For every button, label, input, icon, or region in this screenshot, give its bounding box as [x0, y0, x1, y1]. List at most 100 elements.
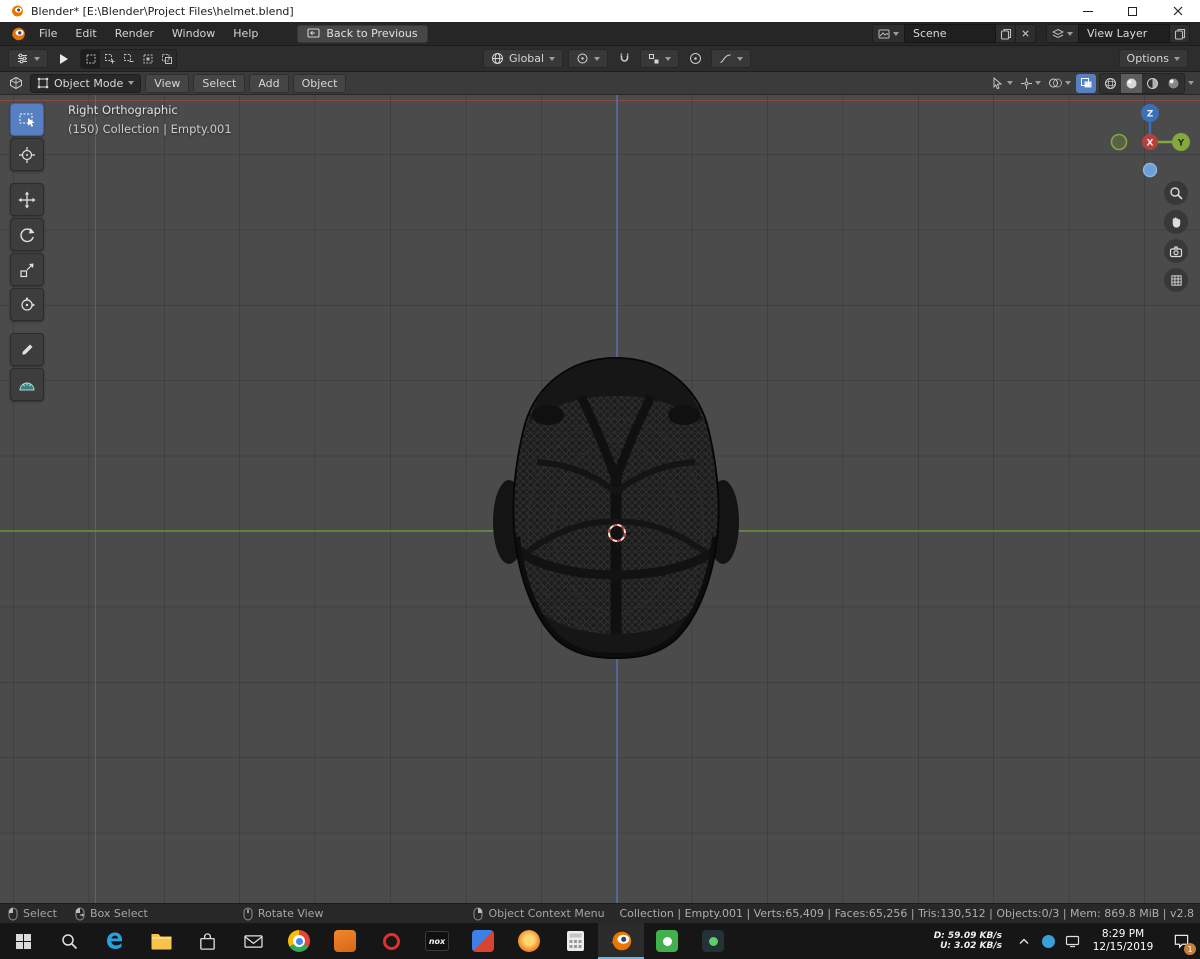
view-layer-name-field[interactable]: View Layer: [1078, 24, 1170, 43]
proportional-editing-toggle[interactable]: [684, 49, 706, 68]
active-tool-dropdown[interactable]: [8, 49, 48, 68]
transform-orientation-dropdown[interactable]: Global: [483, 49, 564, 68]
camera-view-button[interactable]: [1164, 239, 1188, 263]
play-icon: [60, 53, 68, 64]
xray-toggle-button[interactable]: [1076, 73, 1096, 93]
view-layer-browse-button[interactable]: [1046, 24, 1078, 43]
shading-material-button[interactable]: [1142, 74, 1163, 93]
menu-view[interactable]: View: [145, 73, 190, 93]
taskbar-calculator[interactable]: [552, 923, 598, 959]
mode-dropdown[interactable]: Object Mode: [30, 73, 142, 93]
tool-cursor[interactable]: [10, 138, 44, 171]
hint-rotate-view: Rotate View: [243, 907, 323, 921]
mouse-drag-icon: [75, 907, 85, 920]
select-mode-extend-button[interactable]: [100, 50, 119, 68]
select-mode-subtract-button[interactable]: [119, 50, 138, 68]
view-layer-selector: View Layer: [1046, 24, 1190, 43]
menu-edit[interactable]: Edit: [66, 22, 105, 46]
select-mode-set-button[interactable]: [81, 49, 100, 68]
select-mode-intersect-button[interactable]: [157, 50, 176, 68]
action-center-button[interactable]: 1: [1162, 923, 1200, 959]
viewport-canvas[interactable]: Right Orthographic (150) Collection | Em…: [0, 95, 1200, 903]
tool-measure[interactable]: [10, 368, 44, 401]
tray-chevron-button[interactable]: [1012, 923, 1036, 959]
select-menu-label: Select: [202, 76, 237, 90]
menu-window[interactable]: Window: [163, 22, 224, 46]
zoom-button[interactable]: [1164, 181, 1188, 205]
taskbar-app-orange[interactable]: [322, 923, 368, 959]
taskbar-nox[interactable]: nox: [414, 923, 460, 959]
gizmos-dropdown[interactable]: [1018, 74, 1043, 93]
shading-solid-button[interactable]: [1121, 73, 1142, 93]
taskbar-file-explorer[interactable]: [138, 923, 184, 959]
object-visibility-dropdown[interactable]: [989, 74, 1015, 93]
blender-menu-icon[interactable]: [10, 26, 26, 42]
y-axis-label: Y: [1177, 139, 1185, 149]
menu-select[interactable]: Select: [193, 73, 246, 93]
titlebar: Blender* [E:\Blender\Project Files\helme…: [0, 0, 1200, 22]
object-mode-icon: [37, 77, 49, 89]
taskbar-blender[interactable]: [598, 923, 644, 959]
window-title: Blender* [E:\Blender\Project Files\helme…: [31, 4, 294, 18]
menu-help[interactable]: Help: [224, 22, 267, 46]
tool-box-select[interactable]: [10, 103, 44, 136]
upload-label: U:: [940, 941, 952, 951]
menu-object[interactable]: Object: [292, 73, 347, 93]
proportional-falloff-dropdown[interactable]: [711, 49, 752, 68]
pivot-point-dropdown[interactable]: [568, 49, 609, 68]
editor-type-button[interactable]: [6, 74, 26, 93]
tray-icon-1[interactable]: [1036, 923, 1060, 959]
options-dropdown[interactable]: Options: [1118, 49, 1188, 68]
new-scene-button[interactable]: [996, 24, 1016, 43]
maximize-button[interactable]: [1110, 0, 1155, 22]
taskbar-chrome[interactable]: [276, 923, 322, 959]
close-button[interactable]: [1155, 0, 1200, 22]
options-label: Options: [1126, 52, 1169, 65]
select-mode-invert-button[interactable]: [138, 50, 157, 68]
shading-wireframe-button[interactable]: [1100, 74, 1121, 93]
menu-add[interactable]: Add: [249, 73, 289, 93]
toggle-ortho-button[interactable]: [1164, 268, 1188, 292]
taskbar-app-dark[interactable]: [690, 923, 736, 959]
taskbar-store[interactable]: [184, 923, 230, 959]
overlays-dropdown[interactable]: [1046, 74, 1073, 93]
tool-scale[interactable]: [10, 253, 44, 286]
scene-browse-button[interactable]: [872, 24, 904, 43]
snap-target-dropdown[interactable]: [640, 49, 680, 68]
new-view-layer-button[interactable]: [1170, 24, 1190, 43]
tool-transform[interactable]: [10, 288, 44, 321]
z-axis-negative-ball[interactable]: [1142, 162, 1158, 178]
blender-logo-icon[interactable]: [10, 4, 24, 18]
chevron-down-icon: [1035, 81, 1041, 85]
taskbar-search-button[interactable]: [46, 923, 92, 959]
scene-name-field[interactable]: Scene: [904, 24, 996, 43]
taskbar-edge[interactable]: [92, 923, 138, 959]
taskbar-app-blue[interactable]: [460, 923, 506, 959]
layers-icon: [1052, 28, 1064, 38]
select-set-icon: [86, 54, 95, 63]
taskbar-app-green[interactable]: [644, 923, 690, 959]
start-button[interactable]: [0, 923, 46, 959]
back-to-previous-button[interactable]: Back to Previous: [297, 24, 428, 43]
unlink-scene-button[interactable]: [1016, 24, 1036, 43]
minimize-button[interactable]: [1065, 0, 1110, 22]
box-select-tool-icon[interactable]: [53, 49, 75, 68]
taskbar-app-flame[interactable]: [506, 923, 552, 959]
tray-icon-2[interactable]: [1060, 923, 1084, 959]
taskbar-clock[interactable]: 8:29 PM 12/15/2019: [1092, 928, 1154, 954]
shading-rendered-button[interactable]: [1163, 74, 1184, 93]
helmet-model[interactable]: [485, 352, 747, 662]
tool-move[interactable]: [10, 183, 44, 216]
tool-rotate[interactable]: [10, 218, 44, 251]
chevron-down-icon: [1174, 56, 1180, 61]
taskbar-opera[interactable]: [368, 923, 414, 959]
navigation-gizmo[interactable]: Z Y X: [1108, 102, 1192, 186]
menu-file[interactable]: File: [30, 22, 66, 46]
pan-button[interactable]: [1164, 210, 1188, 234]
tool-annotate[interactable]: [10, 333, 44, 366]
menu-render[interactable]: Render: [106, 22, 163, 46]
y-axis-negative-ball[interactable]: [1110, 133, 1128, 151]
shading-dropdown-chevron[interactable]: [1188, 81, 1194, 85]
snap-toggle-button[interactable]: [613, 49, 635, 68]
taskbar-mail[interactable]: [230, 923, 276, 959]
